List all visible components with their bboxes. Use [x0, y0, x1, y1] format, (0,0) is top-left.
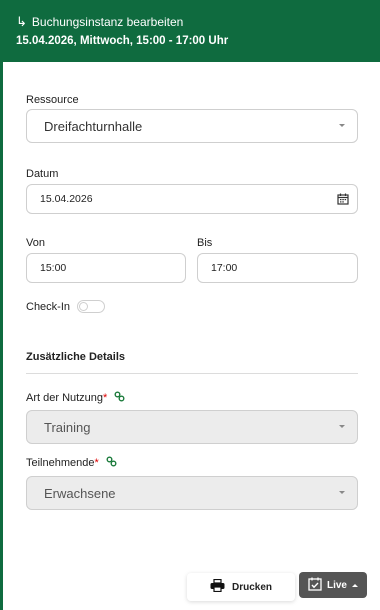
to-label: Bis: [197, 237, 213, 249]
date-value: 15.04.2026: [40, 193, 93, 205]
caret-up-icon: [352, 583, 358, 587]
header-title: Buchungsinstanz bearbeiten: [31, 15, 184, 29]
resource-select[interactable]: Dreifachturnhalle: [26, 109, 358, 143]
form-panel: [0, 62, 380, 610]
chevron-down-icon: [339, 425, 345, 428]
chevron-down-icon: [339, 124, 345, 127]
to-time-field[interactable]: 17:00: [197, 253, 358, 283]
from-label: Von: [26, 237, 45, 249]
resource-label: Ressource: [26, 94, 79, 106]
toggle-knob: [79, 302, 88, 311]
required-asterisk: *: [103, 391, 108, 404]
participants-select[interactable]: Erwachsene: [26, 476, 358, 510]
calendar-check-icon: [308, 577, 322, 594]
required-asterisk: *: [94, 456, 99, 469]
section-title: Zusätzliche Details: [26, 351, 126, 363]
usage-label: Art der Nutzung*: [26, 391, 125, 405]
dialog-header: ↳ Buchungsinstanz bearbeiten 15.04.2026,…: [0, 0, 380, 62]
checkin-toggle[interactable]: [77, 300, 105, 313]
header-title-row: ↳ Buchungsinstanz bearbeiten: [16, 14, 364, 30]
printer-icon: [210, 578, 225, 595]
section-divider: [26, 373, 358, 374]
participants-label-text: Teilnehmende: [26, 456, 95, 469]
resource-select-value: Dreifachturnhalle: [44, 118, 143, 134]
print-button-label: Drucken: [231, 581, 272, 593]
to-time-value: 17:00: [211, 262, 238, 274]
participants-label: Teilnehmende*: [26, 456, 117, 470]
chevron-down-icon: [339, 491, 345, 494]
return-arrow-icon: ↳: [16, 14, 27, 29]
link-icon[interactable]: [114, 391, 125, 405]
participants-select-value: Erwachsene: [44, 485, 116, 501]
header-subtitle: 15.04.2026, Mittwoch, 15:00 - 17:00 Uhr: [16, 35, 229, 47]
live-button[interactable]: Live: [299, 572, 367, 598]
checkin-label: Check-In: [26, 301, 71, 313]
date-label: Datum: [26, 168, 59, 180]
print-button[interactable]: Drucken: [187, 573, 295, 601]
from-time-value: 15:00: [40, 262, 67, 274]
date-field[interactable]: 15.04.2026: [26, 184, 358, 214]
usage-label-text: Art der Nutzung: [26, 391, 104, 404]
usage-select[interactable]: Training: [26, 410, 358, 444]
calendar-icon[interactable]: [337, 193, 349, 208]
link-icon[interactable]: [106, 456, 117, 470]
live-button-label: Live: [326, 579, 347, 591]
usage-select-value: Training: [44, 419, 91, 435]
from-time-field[interactable]: 15:00: [26, 253, 186, 283]
